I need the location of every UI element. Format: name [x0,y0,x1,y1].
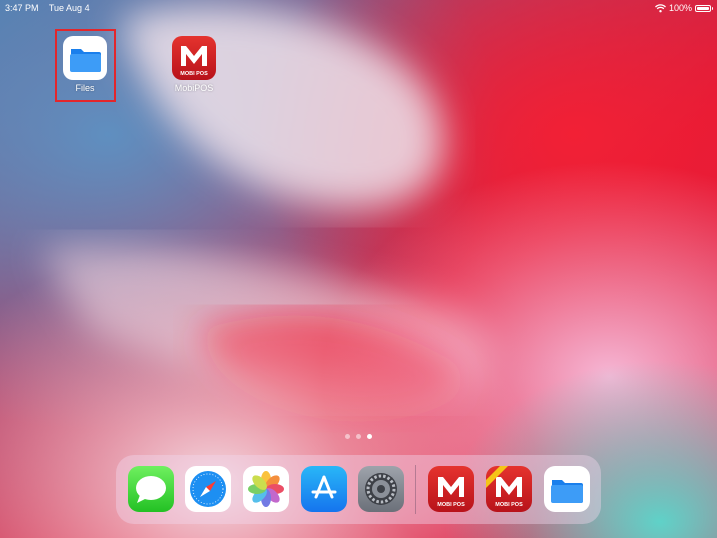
dock-app-app-store[interactable] [301,466,347,512]
battery-icon [695,4,713,12]
mobipos-icon: MOBI POS [486,466,523,508]
dock-app-settings[interactable] [358,466,404,512]
app-label-mobipos: MobiPOS [174,83,214,93]
mobipos-icon-text: MOBI POS [495,502,523,508]
app-label-files: Files [75,83,95,93]
photos-icon [248,471,284,507]
dock-app-mobipos-2[interactable]: MOBI POS [486,466,532,512]
mobipos-icon-text: MOBI POS [437,502,465,508]
page-dot-3-current[interactable] [367,434,372,439]
mobipos-icon-text: MOBI POS [180,71,208,77]
settings-icon [365,473,397,505]
dock-app-files[interactable] [544,466,590,512]
dock: MOBI POS MOBI POS [116,455,601,524]
status-bar: 3:47 PM Tue Aug 4 100% [0,0,717,16]
page-dot-1[interactable] [345,434,350,439]
page-dot-2[interactable] [356,434,361,439]
mobipos-icon: MOBI POS [172,36,216,80]
app-store-icon [311,475,337,499]
dock-divider [415,465,416,514]
home-screen: 3:47 PM Tue Aug 4 100% Files MOBI POS Mo… [0,0,717,538]
page-indicator[interactable] [345,434,372,439]
safari-icon [190,471,226,507]
mobipos-icon: MOBI POS [437,477,465,508]
dock-app-messages[interactable] [128,466,174,512]
status-time: 3:47 PM [5,3,39,13]
status-date: Tue Aug 4 [48,3,90,13]
app-mobipos[interactable]: MOBI POS MobiPOS [164,36,224,93]
messages-icon [136,476,166,503]
battery-fill [697,6,709,10]
dock-app-safari[interactable] [185,466,231,512]
battery-percent: 100% [668,3,692,13]
app-files[interactable]: Files [55,36,115,93]
wifi-icon [655,3,666,12]
dock-app-mobipos-1[interactable]: MOBI POS [428,466,474,512]
files-folder-icon [551,480,583,503]
files-folder-icon [63,36,107,80]
dock-app-photos[interactable] [243,466,289,512]
